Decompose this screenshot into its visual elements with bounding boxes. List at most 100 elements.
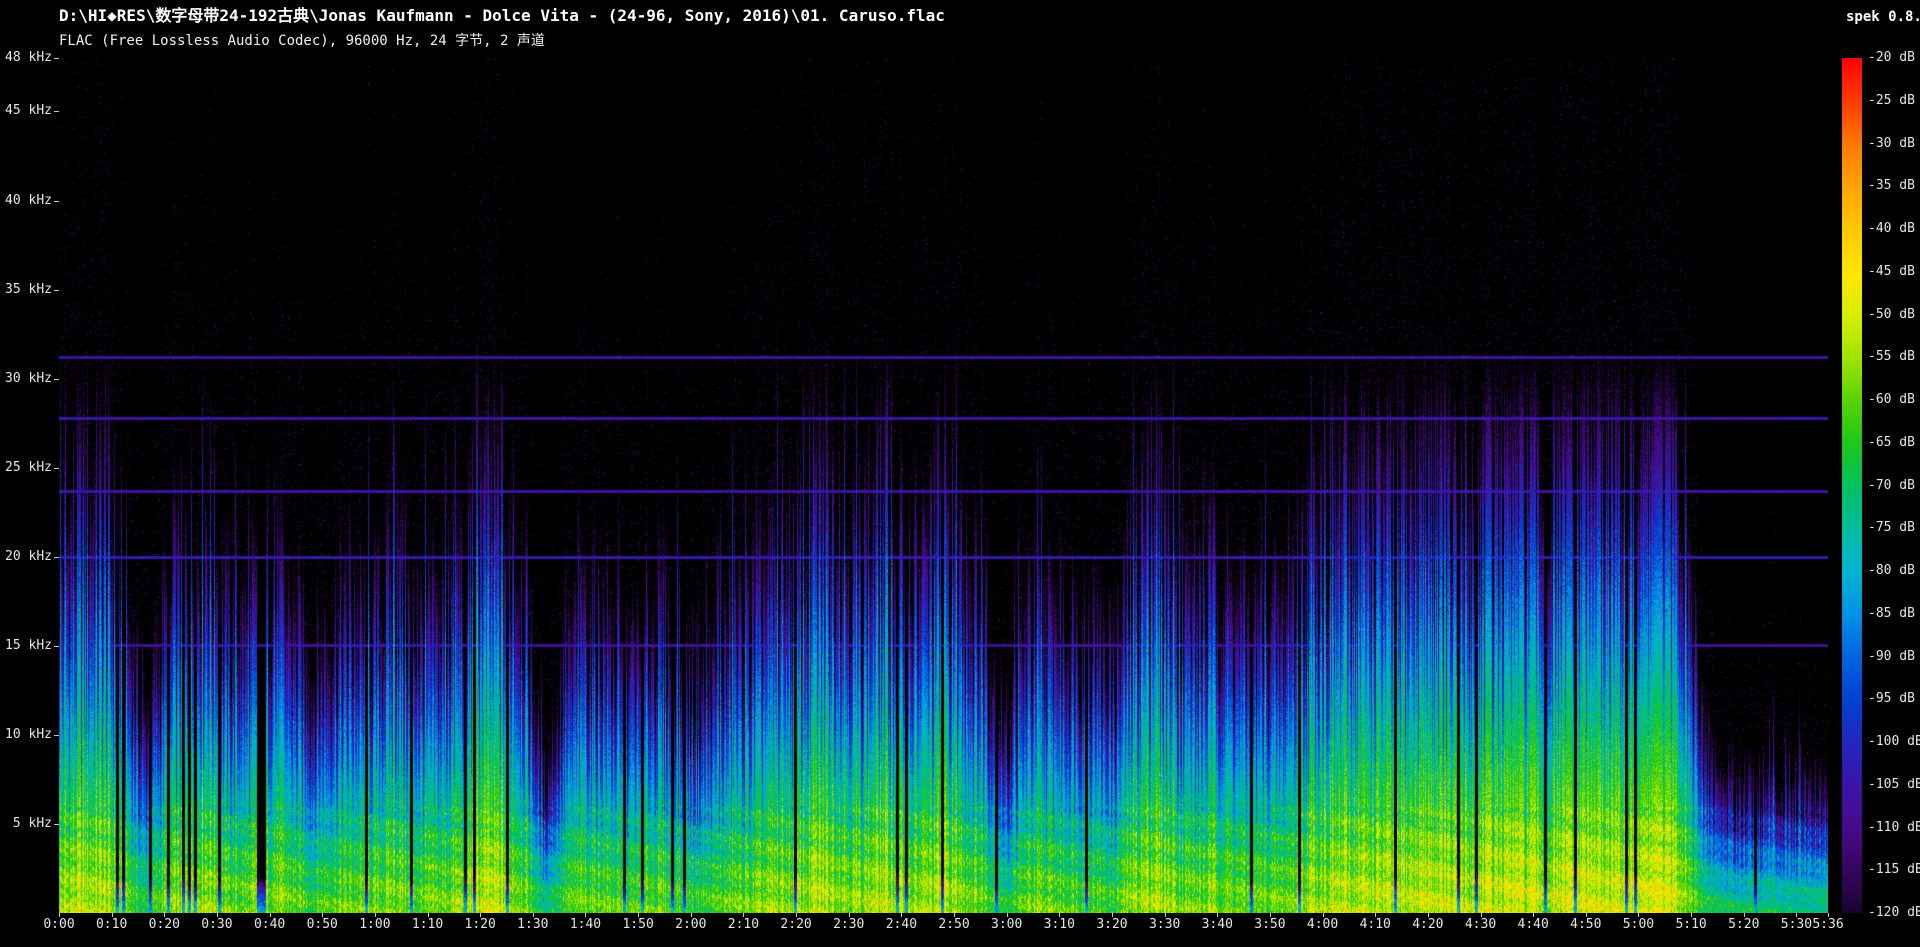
db-tick-label: -95 dB [1868,691,1915,707]
time-tick-mark [585,913,586,917]
time-tick-mark [849,913,850,917]
time-tick-label: 3:10 [1037,917,1081,933]
db-tick-label: -35 dB [1868,178,1915,194]
time-tick-label: 1:50 [616,917,660,933]
time-tick-label: 3:40 [1195,917,1239,933]
time-tick-mark [1165,913,1166,917]
db-tick-label: -45 dB [1868,264,1915,280]
time-tick-mark [112,913,113,917]
time-tick-label: 5:10 [1669,917,1713,933]
time-tick-label: 1:10 [406,917,450,933]
time-tick-label: 4:40 [1511,917,1555,933]
time-tick-mark [270,913,271,917]
time-tick-label: 1:20 [458,917,502,933]
db-tick-label: -85 dB [1868,606,1915,622]
time-tick-mark [1533,913,1534,917]
time-tick-label: 1:40 [563,917,607,933]
frequency-tick-label: 40 kHz [2,193,52,209]
time-tick-label: 1:30 [511,917,555,933]
db-tick-label: -120 dB [1868,905,1920,921]
spek-window: D:\HI◆RES\数字母带24-192古典\Jonas Kaufmann - … [0,0,1920,947]
db-tick-label: -60 dB [1868,392,1915,408]
time-tick-label: 4:50 [1564,917,1608,933]
time-tick-label: 0:10 [90,917,134,933]
time-tick-mark [954,913,955,917]
time-tick-mark [1691,913,1692,917]
time-tick-mark [1112,913,1113,917]
db-color-scale-bar [1842,58,1862,913]
time-tick-label: 2:50 [932,917,976,933]
frequency-tick-label: 25 kHz [2,460,52,476]
time-tick-label: 3:00 [985,917,1029,933]
time-tick-label: 5:36 [1806,917,1850,933]
time-tick-label: 1:00 [353,917,397,933]
time-tick-label: 2:40 [879,917,923,933]
time-tick-mark [1481,913,1482,917]
db-tick-label: -110 dB [1868,820,1920,836]
db-tick-label: -50 dB [1868,307,1915,323]
time-tick-label: 3:30 [1143,917,1187,933]
spectrogram-heatmap [59,58,1828,913]
frequency-tick-label: 20 kHz [2,549,52,565]
time-tick-mark [1217,913,1218,917]
frequency-tick-label: 5 kHz [2,816,52,832]
db-tick-label: -20 dB [1868,50,1915,66]
time-tick-mark [480,913,481,917]
time-tick-mark [59,913,60,917]
time-tick-label: 4:00 [1301,917,1345,933]
time-tick-label: 2:00 [669,917,713,933]
app-version: spek 0.8.2 [1846,8,1920,26]
frequency-tick-label: 30 kHz [2,371,52,387]
time-tick-mark [428,913,429,917]
time-tick-label: 0:40 [248,917,292,933]
time-tick-label: 2:10 [721,917,765,933]
frequency-tick-label: 35 kHz [2,282,52,298]
time-tick-label: 4:10 [1353,917,1397,933]
db-tick-label: -90 dB [1868,649,1915,665]
frequency-tick-label: 48 kHz [2,50,52,66]
time-tick-label: 0:30 [195,917,239,933]
time-tick-mark [533,913,534,917]
db-tick-label: -55 dB [1868,349,1915,365]
db-tick-label: -75 dB [1868,520,1915,536]
db-tick-label: -70 dB [1868,478,1915,494]
time-tick-mark [1059,913,1060,917]
time-tick-mark [1428,913,1429,917]
time-tick-label: 5:20 [1722,917,1766,933]
time-tick-mark [743,913,744,917]
time-tick-label: 0:50 [300,917,344,933]
time-tick-label: 4:20 [1406,917,1450,933]
time-tick-mark [322,913,323,917]
time-tick-label: 0:20 [142,917,186,933]
time-tick-label: 3:20 [1090,917,1134,933]
frequency-tick-label: 15 kHz [2,638,52,654]
time-tick-label: 2:20 [774,917,818,933]
db-tick-label: -40 dB [1868,221,1915,237]
time-tick-mark [691,913,692,917]
time-tick-mark [1796,913,1797,917]
db-tick-label: -115 dB [1868,862,1920,878]
file-path-title: D:\HI◆RES\数字母带24-192古典\Jonas Kaufmann - … [59,7,945,25]
time-tick-mark [1375,913,1376,917]
time-tick-label: 4:30 [1459,917,1503,933]
db-tick-label: -65 dB [1868,435,1915,451]
time-tick-mark [901,913,902,917]
db-tick-label: -25 dB [1868,93,1915,109]
time-tick-mark [1586,913,1587,917]
frequency-tick-label: 45 kHz [2,103,52,119]
time-tick-mark [1270,913,1271,917]
db-tick-label: -105 dB [1868,777,1920,793]
db-tick-label: -30 dB [1868,136,1915,152]
db-tick-label: -100 dB [1868,734,1920,750]
time-tick-mark [1744,913,1745,917]
time-tick-mark [1007,913,1008,917]
time-tick-mark [796,913,797,917]
time-tick-mark [164,913,165,917]
time-tick-mark [1638,913,1639,917]
time-tick-label: 0:00 [37,917,81,933]
time-tick-mark [375,913,376,917]
time-tick-label: 5:30 [1774,917,1818,933]
frequency-tick-label: 10 kHz [2,727,52,743]
time-tick-mark [1323,913,1324,917]
time-tick-mark [638,913,639,917]
